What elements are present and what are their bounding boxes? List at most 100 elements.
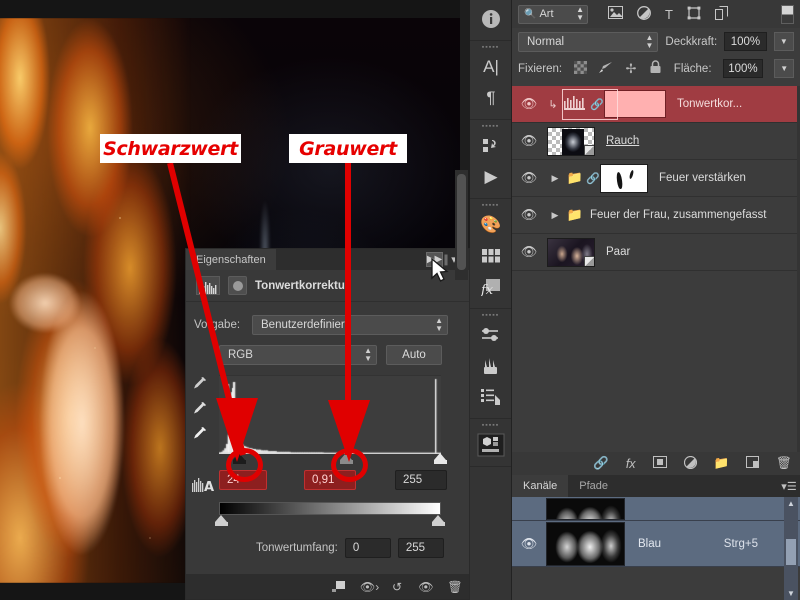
link-layers-icon[interactable]: 🔗 <box>593 456 609 471</box>
layer-visibility-icon[interactable]: 👁 <box>512 133 546 149</box>
white-input-field[interactable]: 255 <box>395 470 447 490</box>
layer-row-feuer-der-frau[interactable]: 👁 ▶ 📁 Feuer der Frau, zusammengefasst <box>512 197 800 234</box>
info-icon[interactable] <box>470 3 512 34</box>
rail-group-3d: ▪▪▪▪▪ <box>470 419 511 467</box>
lock-all-icon[interactable] <box>649 60 663 77</box>
output-white-slider[interactable] <box>432 515 445 526</box>
layer-comps-icon[interactable] <box>470 381 512 412</box>
actions-play-icon[interactable]: ▶ <box>470 161 512 192</box>
fill-value[interactable]: 100% <box>722 59 764 78</box>
channels-panel[interactable]: Kanäle Pfade ▾☰ 👁 Blau Strg+5 ▲ ▼ <box>512 475 800 600</box>
filter-type-icon[interactable]: T <box>665 7 673 22</box>
new-adjustment-layer-icon[interactable] <box>683 455 697 472</box>
layer-row-feuer-verstarken[interactable]: 👁 ▶ 📁 🔗 Feuer verstärken <box>512 160 800 197</box>
eyedropper-gray-point-icon[interactable] <box>192 400 209 417</box>
white-point-slider[interactable] <box>433 453 447 464</box>
swatches-grid-icon[interactable] <box>470 240 512 271</box>
lock-position-icon[interactable]: ✢ <box>624 61 638 77</box>
delete-icon[interactable]: 🗑 <box>447 580 463 594</box>
scroll-up-icon[interactable]: ▲ <box>784 497 798 510</box>
3d-panel-icon[interactable] <box>470 429 512 460</box>
layer-row-paar[interactable]: 👁 Paar <box>512 234 800 271</box>
channel-row-blau[interactable]: 👁 Blau Strg+5 <box>512 521 800 567</box>
layers-panel[interactable]: 🔍 Art ▲ ▼ T Normal ▲ ▼ Deckkraft: 100% ▼… <box>512 0 800 475</box>
panel-icon-rail[interactable]: ▪▪▪▪▪ A| ¶ ▪▪▪▪▪ ▶ ▪▪▪▪▪ 🎨 fx ▪▪▪▪▪ ▪▪▪▪… <box>470 0 512 600</box>
channels-scrollbar[interactable]: ▲ ▼ <box>784 497 798 600</box>
filter-toggle-icon[interactable] <box>781 4 794 24</box>
view-previous-state-icon[interactable]: 👁› <box>360 580 379 594</box>
layer-row-rauch[interactable]: 👁 Rauch <box>512 123 800 160</box>
clip-to-layer-icon[interactable] <box>331 579 347 595</box>
group-disclosure-icon[interactable]: ▶ <box>546 173 564 184</box>
rail-group-adjust: ▪▪▪▪▪ <box>470 309 511 419</box>
link-mask-icon[interactable]: 🔗 <box>586 172 600 185</box>
filter-pixel-icon[interactable] <box>608 6 623 22</box>
layer-visibility-icon[interactable]: 👁 <box>512 244 546 260</box>
channel-thumbnail[interactable] <box>546 498 625 520</box>
layer-kind-select[interactable]: 🔍 Art ▲ ▼ <box>518 4 588 24</box>
folder-icon: 📁 <box>566 207 584 222</box>
lock-label: Fixieren: <box>518 62 563 75</box>
fill-dropdown-icon[interactable]: ▼ <box>774 59 794 78</box>
layer-row-tonwertkorrektur[interactable]: 👁 ↳ 🔗 Tonwertkor... <box>512 86 800 123</box>
layer-thumbnail[interactable] <box>547 237 595 267</box>
scrollbar-thumb[interactable] <box>786 539 796 565</box>
adjustments-icon[interactable] <box>470 319 512 350</box>
tab-kanaele[interactable]: Kanäle <box>512 475 569 497</box>
toggle-visibility-icon[interactable]: 👁 <box>418 580 434 594</box>
type-character-icon[interactable]: A| <box>470 51 512 82</box>
lock-transparency-icon[interactable] <box>573 60 587 77</box>
output-black-slider[interactable] <box>215 515 228 526</box>
new-layer-icon[interactable] <box>746 456 760 471</box>
output-white-field[interactable]: 255 <box>397 538 444 558</box>
smoke-thumbnail-content <box>562 128 584 155</box>
blend-mode-select[interactable]: Normal ▲ ▼ <box>518 31 659 52</box>
channel-visibility-icon[interactable]: 👁 <box>512 536 546 552</box>
new-group-icon[interactable]: 📁 <box>714 456 730 471</box>
eyedropper-black-point-icon[interactable] <box>192 375 209 392</box>
channel-select[interactable]: RGB ▲ ▼ <box>219 345 377 365</box>
layer-name[interactable]: Paar <box>606 246 630 258</box>
levels-histogram[interactable] <box>219 375 441 454</box>
lock-pixels-icon[interactable] <box>598 61 613 77</box>
scrollbar-thumb[interactable] <box>457 174 466 270</box>
layer-name[interactable]: Feuer verstärken <box>659 172 746 184</box>
filter-shape-icon[interactable] <box>687 6 701 23</box>
brushes-icon[interactable] <box>470 350 512 381</box>
panel-scrollbar[interactable] <box>455 170 468 280</box>
layer-style-fx-icon[interactable]: fx <box>626 457 636 471</box>
layer-mask-thumbnail[interactable] <box>600 163 648 193</box>
filter-smart-object-icon[interactable] <box>714 5 728 23</box>
output-black-field[interactable]: 0 <box>344 538 391 558</box>
reset-icon[interactable]: ↺ <box>389 580 405 594</box>
channel-row-partial[interactable] <box>512 497 800 521</box>
paragraph-icon[interactable]: ¶ <box>470 82 512 113</box>
input-levels-label-icon: A <box>192 477 216 495</box>
scroll-down-icon[interactable]: ▼ <box>784 587 798 600</box>
opacity-value[interactable]: 100% <box>724 32 767 51</box>
delete-layer-icon[interactable]: 🗑 <box>776 456 792 471</box>
opacity-dropdown-icon[interactable]: ▼ <box>773 32 794 51</box>
layer-list[interactable]: 👁 ↳ 🔗 Tonwertkor... 👁 Rauch 👁 ▶ 📁 🔗 Feue… <box>512 86 800 452</box>
styles-fx-icon[interactable]: fx <box>470 271 512 302</box>
layer-name[interactable]: Tonwertkor... <box>677 98 742 110</box>
layer-visibility-icon[interactable]: 👁 <box>512 96 546 112</box>
tab-eigenschaften[interactable]: Eigenschaften <box>186 249 276 270</box>
channel-thumbnail[interactable] <box>546 521 625 566</box>
layer-visibility-icon[interactable]: 👁 <box>512 207 546 223</box>
add-mask-icon[interactable] <box>652 456 667 471</box>
group-disclosure-icon[interactable]: ▶ <box>546 210 564 221</box>
layer-thumbnail[interactable] <box>547 126 595 156</box>
layer-name[interactable]: Rauch <box>606 135 639 147</box>
panel-menu-icon[interactable]: ▾☰ <box>778 475 800 497</box>
eyedropper-white-point-icon[interactable] <box>192 425 209 442</box>
preset-select[interactable]: Benutzerdefiniert ▲ ▼ <box>252 315 448 335</box>
history-snapshot-icon[interactable] <box>470 130 512 161</box>
tab-pfade[interactable]: Pfade <box>568 475 619 497</box>
filter-adjustment-icon[interactable] <box>637 5 651 23</box>
color-palette-icon[interactable]: 🎨 <box>470 209 512 240</box>
auto-button[interactable]: Auto <box>386 345 442 365</box>
properties-panel[interactable]: Eigenschaften ▶▶ ∥ ▾☰ Tonwertkorrektur V… <box>185 248 470 600</box>
layer-name[interactable]: Feuer der Frau, zusammengefasst <box>590 209 766 221</box>
layer-visibility-icon[interactable]: 👁 <box>512 170 546 186</box>
